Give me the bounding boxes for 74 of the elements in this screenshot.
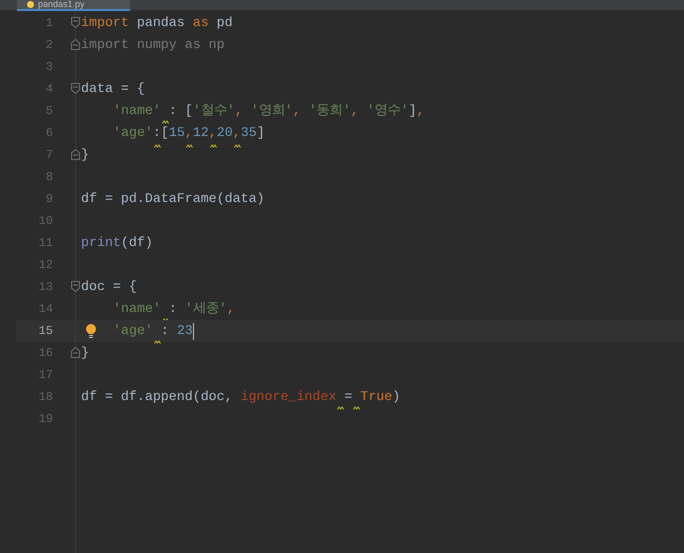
fold-end-icon[interactable] xyxy=(71,347,80,358)
code-token: , xyxy=(208,123,217,143)
code-token: '철수' xyxy=(192,102,235,120)
code-token: , xyxy=(350,102,360,120)
line-number: 9 xyxy=(46,191,53,208)
fold-icon[interactable] xyxy=(71,281,80,292)
code-token: : xyxy=(168,300,178,318)
code-token: , xyxy=(226,300,235,318)
fold-end-icon[interactable] xyxy=(71,149,80,160)
line-number: 12 xyxy=(38,257,53,274)
file-tab[interactable]: pandas1.py xyxy=(17,0,130,11)
code-token: 'name' xyxy=(113,102,161,120)
code-token: df = pd.DataFrame(data) xyxy=(81,190,265,208)
line-number: 18 xyxy=(38,389,53,406)
code-token: } xyxy=(81,146,89,164)
line-number: 10 xyxy=(38,213,53,230)
line-number: 13 xyxy=(38,279,53,296)
fold-icon[interactable] xyxy=(71,17,80,28)
code-token: print xyxy=(81,234,121,252)
code-token: '영수' xyxy=(366,102,409,120)
code-token: 20 xyxy=(216,124,233,142)
code-token: 23 xyxy=(176,322,193,340)
code-token: , xyxy=(232,123,241,143)
code-token: [ xyxy=(160,124,169,142)
code-token: } xyxy=(81,344,89,362)
code-token: 'age' xyxy=(113,124,153,142)
code-token: ignore_index xyxy=(240,388,336,406)
line-number: 6 xyxy=(46,125,53,142)
line-number: 11 xyxy=(38,235,53,252)
code-token: 35 xyxy=(240,124,257,142)
code-token: '영희' xyxy=(250,102,293,120)
line-number: 8 xyxy=(46,169,53,186)
code-token: pd xyxy=(216,14,233,32)
code-token: 'name' xyxy=(113,300,161,318)
code-token: : xyxy=(152,123,161,143)
line-number: 7 xyxy=(46,147,53,164)
code-token: df = df.append(doc, xyxy=(81,388,234,406)
code-token: doc = { xyxy=(81,278,137,296)
code-token: '동희' xyxy=(308,102,351,120)
line-number: 14 xyxy=(38,301,53,318)
code-token: ] xyxy=(408,102,417,120)
code-token: import numpy as np xyxy=(81,36,225,54)
fold-end-icon[interactable] xyxy=(71,39,80,50)
code-token: as xyxy=(192,14,209,32)
lightbulb-icon[interactable] xyxy=(85,324,97,338)
line-number: 17 xyxy=(38,367,53,384)
code-token: , xyxy=(184,123,193,143)
code-token: 12 xyxy=(192,124,209,142)
code-token: import xyxy=(81,14,129,32)
code-token: , xyxy=(292,102,302,120)
code-token: : [ xyxy=(168,102,193,120)
code-token: True xyxy=(360,388,392,406)
code-token: (df) xyxy=(120,234,153,252)
line-number: 15 xyxy=(38,323,53,340)
code-token: data = { xyxy=(81,80,145,98)
code-token: ) xyxy=(392,388,400,406)
code-token: = xyxy=(344,388,352,406)
line-number: 5 xyxy=(46,103,53,120)
code-token: 15 xyxy=(168,124,185,142)
code-token: pandas xyxy=(136,14,186,32)
line-number: 3 xyxy=(46,59,53,76)
line-number: 1 xyxy=(46,15,53,32)
code-token: , xyxy=(234,102,244,120)
code-token: : xyxy=(160,322,170,340)
line-number: 4 xyxy=(46,81,53,98)
code-token: ] xyxy=(256,124,265,142)
line-number: 19 xyxy=(38,411,53,428)
python-file-icon xyxy=(27,1,34,8)
line-number: 16 xyxy=(38,345,53,362)
code-token: '세종' xyxy=(184,300,227,318)
fold-icon[interactable] xyxy=(71,83,80,94)
code-token: , xyxy=(416,102,425,120)
code-token: 'age' xyxy=(113,322,153,340)
line-number: 2 xyxy=(46,37,53,54)
